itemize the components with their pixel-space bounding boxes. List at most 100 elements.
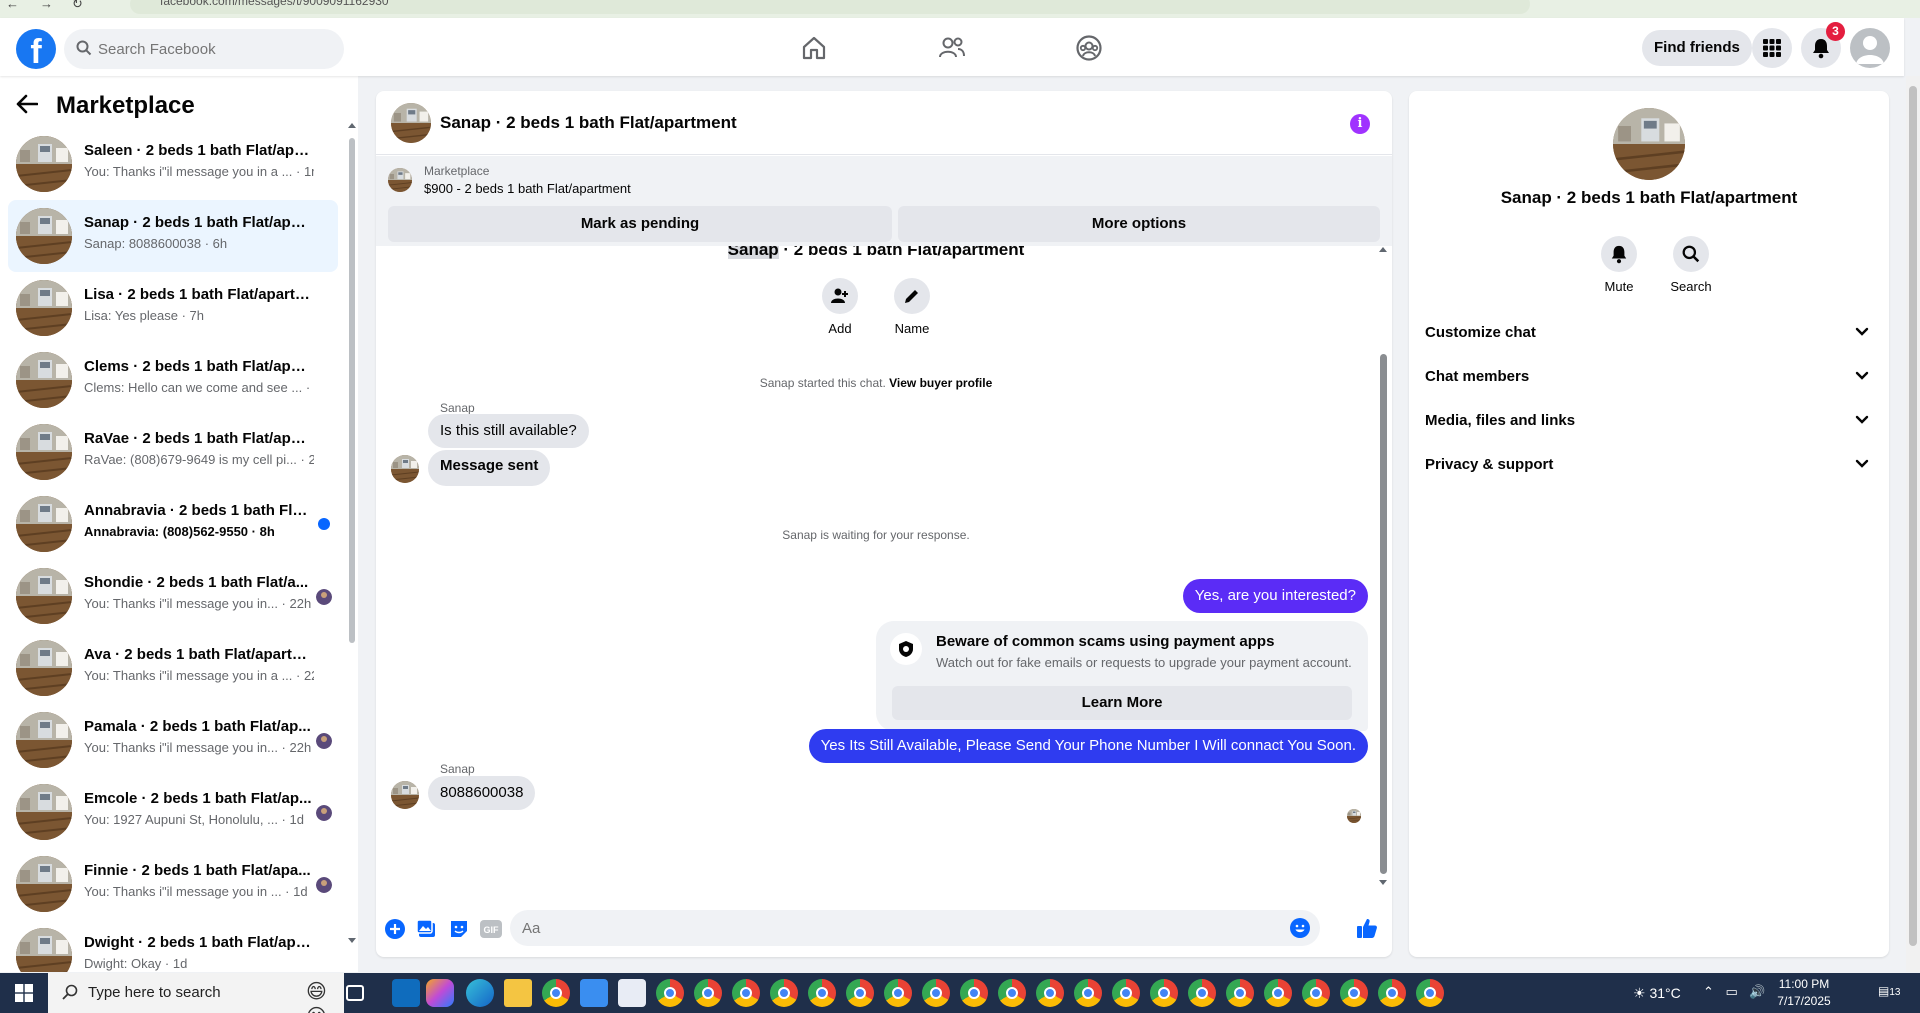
- back-arrow-icon[interactable]: [16, 90, 46, 121]
- friends-nav-icon[interactable]: [932, 32, 972, 64]
- chrome-icon[interactable]: [694, 979, 722, 1007]
- chrome-icon[interactable]: [656, 979, 684, 1007]
- accordion-item[interactable]: Media, files and links: [1417, 399, 1881, 443]
- app-icon[interactable]: [618, 979, 646, 1007]
- search-input[interactable]: [98, 29, 328, 69]
- address-bar[interactable]: facebook.com/messages/t/9009091162930: [130, 0, 1530, 14]
- forward-arrow-icon[interactable]: →: [40, 0, 53, 11]
- file-explorer-icon[interactable]: [504, 979, 532, 1007]
- shield-icon: [890, 633, 922, 665]
- view-buyer-profile-link[interactable]: View buyer profile: [889, 376, 992, 390]
- accordion-item[interactable]: Customize chat: [1417, 311, 1881, 355]
- action-center-icon[interactable]: ▤13: [1878, 984, 1900, 998]
- conversation-preview: You: Thanks i"il message you in... · 22h: [84, 740, 312, 755]
- listing-large-thumbnail[interactable]: [1613, 108, 1685, 180]
- chrome-icon[interactable]: [1074, 979, 1102, 1007]
- edit-name-action[interactable]: Name: [882, 278, 942, 336]
- conversation-item[interactable]: Shondie · 2 beds 1 bath Flat/a... You: Th…: [8, 560, 338, 632]
- weather-widget[interactable]: ☀ 31°C: [1633, 985, 1681, 1002]
- conversation-item[interactable]: RaVae · 2 beds 1 bath Flat/apart... RaVae…: [8, 416, 338, 488]
- menu-grid-icon[interactable]: [1752, 28, 1792, 68]
- incoming-message[interactable]: Is this still available?: [428, 414, 589, 448]
- page-scrollbar[interactable]: [1906, 76, 1920, 972]
- chrome-icon[interactable]: [1264, 979, 1292, 1007]
- chrome-icon[interactable]: [808, 979, 836, 1007]
- learn-more-button[interactable]: Learn More: [892, 686, 1352, 720]
- info-icon[interactable]: i: [1350, 114, 1370, 134]
- search-action[interactable]: Search: [1661, 236, 1721, 294]
- conversation-preview: Sanap: 8088600038 · 6h: [84, 236, 228, 251]
- conversation-item[interactable]: Annabravia · 2 beds 1 bath Flat... Annabr…: [8, 488, 338, 560]
- groups-nav-icon[interactable]: [1069, 32, 1109, 64]
- add-people-action[interactable]: Add: [810, 278, 870, 336]
- conversation-item[interactable]: Lisa · 2 beds 1 bath Flat/apartme... Lisa…: [8, 272, 338, 344]
- chrome-icon[interactable]: [846, 979, 874, 1007]
- taskbar-search-box[interactable]: Type here to search 😄😐😍: [48, 973, 344, 1013]
- conversation-item[interactable]: Dwight · 2 beds 1 bath Flat/apar... Dwigh…: [8, 920, 338, 972]
- sidebar-scrollbar[interactable]: [348, 114, 356, 944]
- windows-start-icon[interactable]: [0, 973, 48, 1013]
- search-facebook-box[interactable]: [64, 29, 344, 69]
- like-thumbs-up-icon[interactable]: [1356, 917, 1378, 939]
- message-input[interactable]: [510, 910, 1270, 946]
- chrome-icon[interactable]: [770, 979, 798, 1007]
- accordion-item[interactable]: Chat members: [1417, 355, 1881, 399]
- conversation-item[interactable]: Emcole · 2 beds 1 bath Flat/ap... You: 19…: [8, 776, 338, 848]
- reload-icon[interactable]: ↻: [72, 0, 83, 12]
- outgoing-message[interactable]: Yes, are you interested?: [1182, 579, 1368, 613]
- chat-title[interactable]: Sanap · 2 beds 1 bath Flat/apartment: [440, 113, 737, 133]
- outlook-icon[interactable]: [392, 979, 420, 1007]
- conversation-item[interactable]: Sanap · 2 beds 1 bath Flat/apart... Sanap…: [8, 200, 338, 272]
- listing-price[interactable]: $900 - 2 beds 1 bath Flat/apartment: [424, 181, 631, 196]
- conversation-item[interactable]: Finnie · 2 beds 1 bath Flat/apa... You: T…: [8, 848, 338, 920]
- chrome-icon[interactable]: [1416, 979, 1444, 1007]
- account-avatar[interactable]: [1850, 28, 1890, 68]
- chevron-down-icon: [1855, 399, 1869, 443]
- outgoing-message[interactable]: Yes Its Still Available, Please Send You…: [808, 729, 1368, 763]
- sticker-icon[interactable]: [448, 918, 470, 940]
- accordion-item[interactable]: Privacy & support: [1417, 443, 1881, 487]
- find-friends-button[interactable]: Find friends: [1642, 30, 1752, 66]
- plus-circle-icon[interactable]: [384, 918, 406, 940]
- photo-icon[interactable]: [416, 918, 438, 940]
- conversation-item[interactable]: Clems · 2 beds 1 bath Flat/apart... Clems…: [8, 344, 338, 416]
- edge-icon[interactable]: [466, 979, 494, 1007]
- chrome-icon[interactable]: [960, 979, 988, 1007]
- mark-as-pending-button[interactable]: Mark as pending: [388, 206, 892, 242]
- incoming-message[interactable]: Message sent: [428, 450, 551, 486]
- chrome-icon[interactable]: [922, 979, 950, 1007]
- thread-scrollbar[interactable]: [1378, 246, 1388, 886]
- gif-icon[interactable]: GIF: [480, 918, 502, 940]
- chrome-icon[interactable]: [1378, 979, 1406, 1007]
- more-options-button[interactable]: More options: [898, 206, 1380, 242]
- sender-avatar[interactable]: [391, 781, 419, 809]
- chrome-icon[interactable]: [1036, 979, 1064, 1007]
- sender-avatar[interactable]: [391, 455, 419, 483]
- back-arrow-icon[interactable]: ←: [6, 0, 19, 11]
- incoming-message[interactable]: 8088600038: [428, 776, 536, 810]
- chrome-icon[interactable]: [1150, 979, 1178, 1007]
- chrome-icon[interactable]: [1340, 979, 1368, 1007]
- mute-action[interactable]: Mute: [1589, 236, 1649, 294]
- chrome-icon[interactable]: [1112, 979, 1140, 1007]
- facebook-logo-icon[interactable]: f: [16, 29, 56, 69]
- chrome-icon[interactable]: [1188, 979, 1216, 1007]
- message-input-box[interactable]: [510, 910, 1320, 946]
- chrome-icon[interactable]: [1302, 979, 1330, 1007]
- chrome-icon[interactable]: [732, 979, 760, 1007]
- task-view-icon[interactable]: [346, 985, 364, 1001]
- copilot-icon[interactable]: [426, 979, 454, 1007]
- conversation-item[interactable]: Saleen · 2 beds 1 bath Flat/apart... You:…: [8, 128, 338, 200]
- store-icon[interactable]: [580, 979, 608, 1007]
- emoji-icon[interactable]: [1290, 918, 1310, 943]
- tray-icons[interactable]: ⌃ ▭ 🔊: [1703, 984, 1770, 1000]
- chrome-icon[interactable]: [542, 979, 570, 1007]
- chrome-icon[interactable]: [1226, 979, 1254, 1007]
- chrome-icon[interactable]: [884, 979, 912, 1007]
- conversation-item[interactable]: Ava · 2 beds 1 bath Flat/apartme... You: …: [8, 632, 338, 704]
- home-nav-icon[interactable]: [794, 32, 834, 64]
- conversation-item[interactable]: Pamala · 2 beds 1 bath Flat/ap... You: Th…: [8, 704, 338, 776]
- listing-thumbnail[interactable]: [391, 103, 431, 143]
- taskbar-clock[interactable]: 11:00 PM 7/17/2025: [1769, 976, 1839, 1010]
- chrome-icon[interactable]: [998, 979, 1026, 1007]
